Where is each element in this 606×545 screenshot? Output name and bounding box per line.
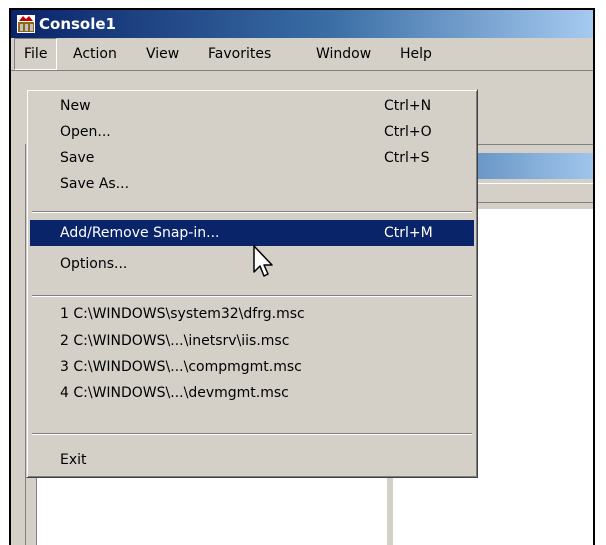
menu-item-open[interactable]: Open... Ctrl+O [30,119,474,145]
file-menu-dropdown: New Ctrl+N Open... Ctrl+O Save Ctrl+S Sa… [26,89,478,478]
menu-item-label: 4 C:\WINDOWS\...\devmgmt.msc [60,385,289,401]
menu-item-shortcut: Ctrl+N [384,98,432,114]
mmc-console-icon [17,15,35,33]
menu-favorites[interactable]: Favorites [199,38,280,70]
menu-help[interactable]: Help [391,38,441,70]
menu-item-save-as[interactable]: Save As... [30,171,474,197]
menu-item-label: 2 C:\WINDOWS\...\inetsrv\iis.msc [60,333,290,349]
menu-item-recent-4[interactable]: 4 C:\WINDOWS\...\devmgmt.msc [30,380,474,406]
menu-item-label: 3 C:\WINDOWS\...\compmgmt.msc [60,359,302,375]
menu-window[interactable]: Window [307,38,380,70]
menu-item-label: Add/Remove Snap-in... [60,225,220,241]
menu-item-exit[interactable]: Exit [30,447,474,473]
menu-item-shortcut: Ctrl+O [384,124,432,140]
menu-separator [32,433,472,435]
menu-file[interactable]: File [14,38,58,70]
menu-item-label: Options... [60,256,128,272]
menu-action[interactable]: Action [64,38,126,70]
menu-item-shortcut: Ctrl+M [384,225,433,241]
menu-separator [32,211,472,213]
menu-item-label: 1 C:\WINDOWS\system32\dfrg.msc [60,306,305,322]
menu-item-label: Save As... [60,176,130,192]
menu-item-label: Open... [60,124,111,140]
menu-item-shortcut: Ctrl+S [384,150,430,166]
menu-bar: File Action View Favorites Window Help [11,38,593,71]
menu-item-new[interactable]: New Ctrl+N [30,93,474,119]
menu-item-add-remove-snap-in[interactable]: Add/Remove Snap-in... Ctrl+M [30,220,474,246]
menu-item-recent-2[interactable]: 2 C:\WINDOWS\...\inetsrv\iis.msc [30,328,474,354]
menu-view[interactable]: View [137,38,188,70]
menu-separator [32,295,472,297]
menu-item-label: Exit [60,452,87,468]
window-title: Console1 [39,15,116,33]
menu-item-recent-1[interactable]: 1 C:\WINDOWS\system32\dfrg.msc [30,301,474,327]
menu-item-label: New [60,98,91,114]
title-bar[interactable]: Console1 [11,10,593,38]
menu-item-save[interactable]: Save Ctrl+S [30,145,474,171]
arrow-cursor-icon [253,245,273,277]
menu-item-label: Save [60,150,95,166]
menu-item-recent-3[interactable]: 3 C:\WINDOWS\...\compmgmt.msc [30,354,474,380]
